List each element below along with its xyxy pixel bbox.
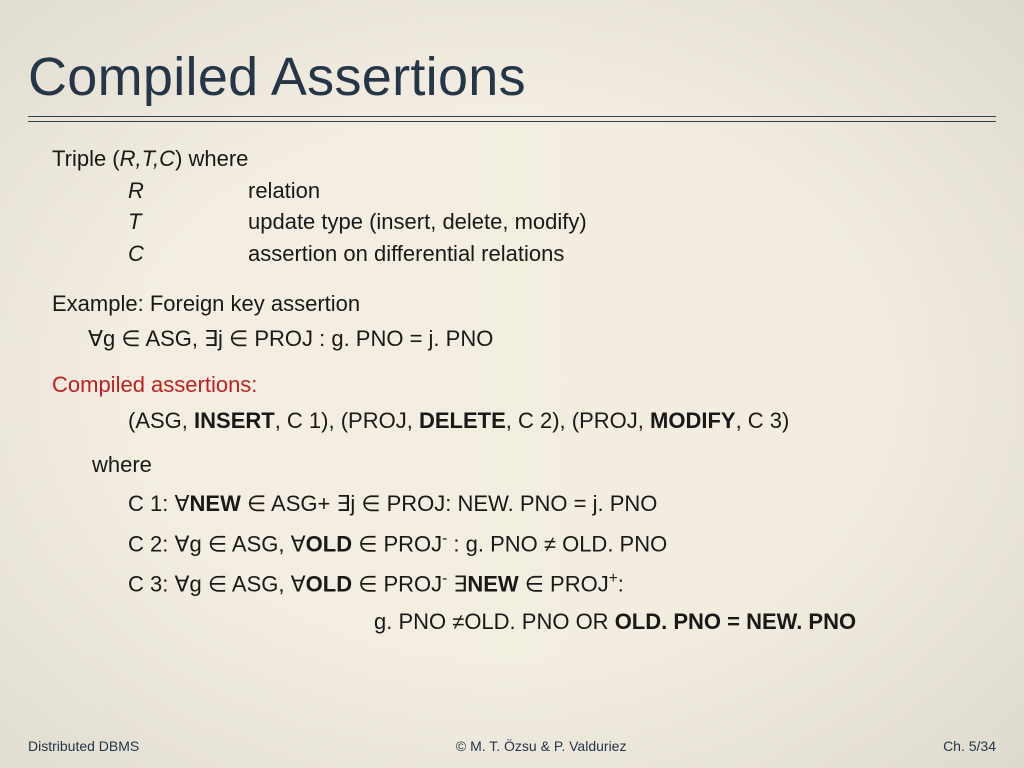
- triple-definitions: R relation T update type (insert, delete…: [52, 176, 587, 271]
- text-bold: OLD. PNO = NEW. PNO: [615, 609, 856, 634]
- kw-new: NEW: [467, 571, 518, 596]
- text: (ASG,: [128, 408, 194, 433]
- condition-c1: C 1: ∀NEW ∈ ASG+ ∃j ∈ PROJ: NEW. PNO = j…: [128, 489, 996, 519]
- triple-header: Triple (R,T,C) where: [52, 144, 996, 174]
- text: , C 3): [736, 408, 790, 433]
- triple-row: R relation: [52, 176, 587, 208]
- title-divider-bottom: [28, 121, 996, 122]
- example-header: Example: Foreign key assertion: [52, 289, 996, 319]
- content: Triple (R,T,C) where R relation T update…: [28, 144, 996, 637]
- triple-desc: relation: [248, 176, 587, 208]
- triple-symbol: R: [52, 176, 248, 208]
- text: ∈ PROJ: [519, 571, 609, 596]
- condition-c2: C 2: ∀g ∈ ASG, ∀OLD ∈ PROJ- : g. PNO ≠ O…: [128, 529, 996, 559]
- compiled-triples: (ASG, INSERT, C 1), (PROJ, DELETE, C 2),…: [128, 406, 996, 436]
- op-delete: DELETE: [419, 408, 506, 433]
- kw-old: OLD: [306, 531, 352, 556]
- title-divider-top: [28, 116, 996, 117]
- text: ∈ PROJ: [358, 571, 442, 596]
- text: , C 1), (PROJ,: [275, 408, 419, 433]
- triple-symbol: T: [52, 207, 248, 239]
- where-label: where: [92, 450, 996, 480]
- text: , C 2), (PROJ,: [506, 408, 650, 433]
- text: g. PNO ≠OLD. PNO OR: [374, 609, 615, 634]
- op-insert: INSERT: [194, 408, 275, 433]
- triple-row: C assertion on differential relations: [52, 239, 587, 271]
- triple-row: T update type (insert, delete, modify): [52, 207, 587, 239]
- text: :: [618, 571, 624, 596]
- footer-left: Distributed DBMS: [28, 738, 139, 754]
- conditions: C 1: ∀NEW ∈ ASG+ ∃j ∈ PROJ: NEW. PNO = j…: [128, 489, 996, 636]
- text: C 1: ∀: [128, 491, 190, 516]
- text: C 2: ∀g ∈ ASG, ∀: [128, 531, 306, 556]
- triple-desc: update type (insert, delete, modify): [248, 207, 587, 239]
- compiled-header: Compiled assertions:: [52, 370, 996, 400]
- text: ∈ PROJ: [352, 531, 442, 556]
- kw-new: NEW: [190, 491, 241, 516]
- text: C 3: ∀g ∈ ASG, ∀: [128, 571, 306, 596]
- kw-old: OLD: [306, 571, 359, 596]
- condition-c3: C 3: ∀g ∈ ASG, ∀OLD ∈ PROJ- ∃NEW ∈ PROJ+…: [128, 569, 996, 599]
- triple-symbol: C: [52, 239, 248, 271]
- example-formula: ∀g ∈ ASG, ∃j ∈ PROJ : g. PNO = j. PNO: [88, 324, 996, 354]
- condition-c3-line2: g. PNO ≠OLD. PNO OR OLD. PNO = NEW. PNO: [374, 607, 996, 637]
- superscript: +: [609, 570, 618, 587]
- op-modify: MODIFY: [650, 408, 736, 433]
- footer-right: Ch. 5/34: [943, 738, 996, 754]
- slide: Compiled Assertions Triple (R,T,C) where…: [0, 0, 1024, 768]
- footer-center: © M. T. Özsu & P. Valduriez: [139, 738, 943, 754]
- text: ∈ ASG+ ∃j ∈ PROJ: NEW. PNO = j. PNO: [241, 491, 658, 516]
- triple-desc: assertion on differential relations: [248, 239, 587, 271]
- text: : g. PNO ≠ OLD. PNO: [447, 531, 667, 556]
- text: ∃: [447, 571, 467, 596]
- page-title: Compiled Assertions: [28, 46, 996, 108]
- footer: Distributed DBMS © M. T. Özsu & P. Valdu…: [28, 738, 996, 754]
